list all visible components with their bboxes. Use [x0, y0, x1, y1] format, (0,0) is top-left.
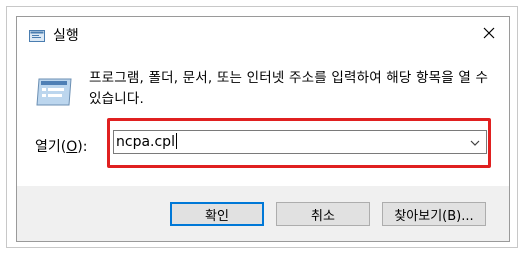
close-button[interactable]	[479, 23, 499, 43]
browse-button[interactable]: 찾아보기(B)...	[382, 202, 486, 226]
open-input[interactable]: ncpa.cpl	[116, 133, 177, 150]
close-icon	[483, 27, 495, 39]
run-app-icon	[35, 77, 73, 107]
open-label: 열기(O):	[35, 139, 88, 155]
open-combobox[interactable]: ncpa.cpl	[113, 130, 487, 154]
title-bar: 실행	[17, 17, 509, 51]
window-title: 실행	[53, 28, 79, 44]
ok-button[interactable]: 확인	[170, 202, 264, 226]
dialog-body: 프로그램, 폴더, 문서, 또는 인터넷 주소를 입력하여 해당 항목을 열 수…	[17, 51, 509, 241]
text-cursor	[175, 133, 177, 149]
cancel-button[interactable]: 취소	[276, 202, 370, 226]
dialog-description: 프로그램, 폴더, 문서, 또는 인터넷 주소를 입력하여 해당 항목을 열 수…	[89, 70, 489, 107]
chevron-down-icon[interactable]	[468, 135, 482, 149]
run-dialog: 실행 프로그램, 폴더, 문서, 또는 인터넷 주소를 입력하여 해당 항목을 …	[16, 16, 510, 242]
run-icon	[29, 27, 45, 42]
button-bar: 확인 취소 찾아보기(B)...	[17, 186, 509, 241]
